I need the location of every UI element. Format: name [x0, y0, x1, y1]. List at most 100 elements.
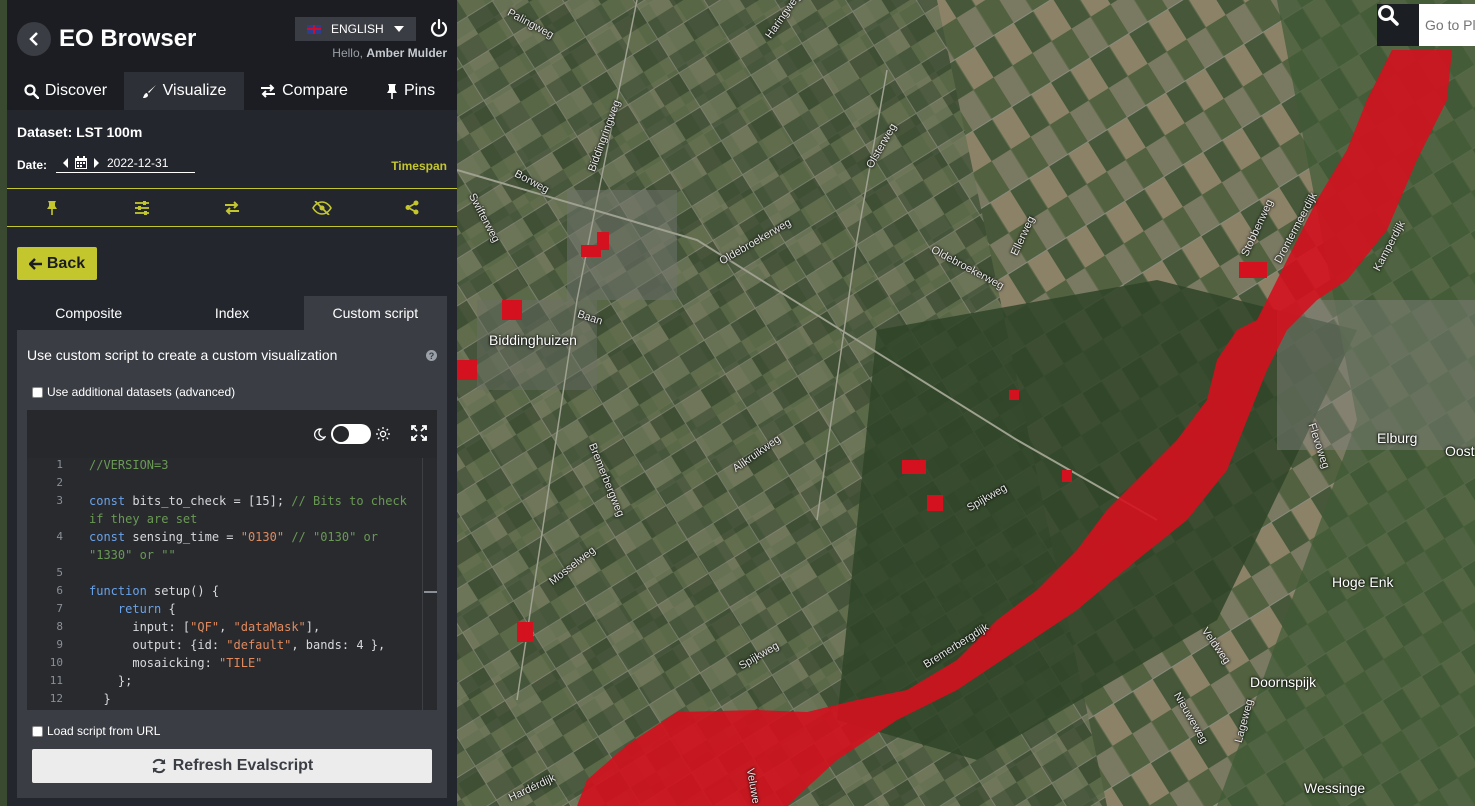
refresh-label: Refresh Evalscript [172, 757, 314, 774]
arrow-left-icon [28, 257, 42, 270]
user-greeting: Hello, Amber Mulder [332, 46, 447, 60]
pin-button[interactable] [7, 189, 97, 226]
tab-composite[interactable]: Composite [17, 296, 160, 330]
editor-scrollbar[interactable] [422, 458, 423, 710]
search-icon [24, 83, 39, 99]
additional-datasets-option[interactable]: Use additional datasets (advanced) [32, 385, 235, 399]
tab-compare[interactable]: Compare [244, 72, 364, 110]
previous-date-icon[interactable] [63, 158, 68, 168]
back-button-label: Back [46, 254, 86, 272]
code-line: mosaicking: "TILE" [89, 656, 263, 670]
code-line: output: {id: "default", bands: 4 }, [89, 638, 386, 652]
share-icon [405, 200, 419, 215]
line-number: 8 [56, 620, 63, 633]
sliders-icon [135, 200, 149, 215]
logout-button[interactable] [430, 18, 448, 43]
place-search[interactable] [1377, 4, 1475, 46]
effects-button[interactable] [97, 189, 187, 226]
tab-label: Pins [403, 82, 436, 99]
compare-button[interactable] [187, 189, 277, 226]
sidebar: EO Browser ENGLISH Hello, Amber Mulder D… [7, 0, 457, 806]
code-line: input: ["QF", "dataMask"], [89, 620, 321, 634]
tab-custom-script[interactable]: Custom script [303, 296, 447, 330]
code-area[interactable]: 1 2 3 4 5 6 7 8 9 10 11 12 //VERSION=3 const bits_to… [27, 458, 437, 710]
uk-flag-icon [307, 24, 321, 34]
pin-icon [386, 84, 397, 99]
collapse-sidebar-button[interactable] [17, 22, 51, 56]
timespan-link[interactable]: Timespan [391, 159, 447, 173]
date-label: Date: [17, 158, 48, 172]
pin-icon [47, 201, 57, 215]
next-date-icon[interactable] [94, 158, 99, 168]
line-number: 2 [56, 476, 63, 489]
language-select[interactable]: ENGLISH [295, 17, 416, 41]
back-button[interactable]: Back [17, 247, 97, 280]
theme-toggle[interactable] [313, 424, 390, 444]
editor-scroll-thumb[interactable] [424, 591, 437, 593]
line-number: 4 [56, 530, 63, 543]
load-from-url-label: Load script from URL [47, 724, 161, 738]
power-icon [430, 18, 448, 37]
line-number: 11 [49, 674, 63, 687]
line-number: 6 [56, 584, 63, 597]
main-tabs: Discover Visualize Compare Pins [7, 72, 457, 110]
visualization-tabs: Composite Index Custom script [17, 296, 447, 330]
date-picker[interactable]: 2022-12-31 [56, 154, 195, 173]
map-edge-strip [0, 0, 7, 806]
language-label: ENGLISH [331, 22, 384, 36]
tab-visualize[interactable]: Visualize [124, 72, 244, 110]
code-editor[interactable]: 1 2 3 4 5 6 7 8 9 10 11 12 //VERSION=3 const bits_to… [27, 410, 437, 710]
date-value[interactable]: 2022-12-31 [107, 156, 168, 170]
code-line: const sensing_time = "0130" // "0130" or [89, 530, 379, 544]
tab-discover[interactable]: Discover [7, 72, 124, 110]
code-line: function setup() { [89, 584, 220, 598]
search-icon[interactable] [1377, 4, 1419, 46]
paintbrush-icon [142, 84, 156, 98]
map-town-label: Doornspijk [1250, 674, 1317, 690]
custom-script-description: Use custom script to create a custom vis… [27, 347, 338, 363]
fullscreen-button[interactable] [411, 425, 427, 446]
hide-layer-button[interactable] [277, 189, 367, 226]
chevron-left-icon [29, 32, 38, 46]
theme-switch[interactable] [331, 424, 371, 444]
additional-datasets-label: Use additional datasets (advanced) [47, 385, 236, 399]
line-number: 7 [56, 602, 63, 615]
fullscreen-icon [411, 425, 427, 441]
eye-slash-icon [312, 200, 332, 215]
line-number: 3 [56, 494, 63, 507]
line-number: 10 [49, 656, 63, 669]
map-town-label: Hoge Enk [1332, 574, 1394, 590]
refresh-evalscript-button[interactable]: Refresh Evalscript [32, 749, 432, 783]
map-town-label: Wessinge [1304, 780, 1366, 796]
code-line: "1330" or "" [89, 548, 176, 562]
code-line: const bits_to_check = [15]; // Bits to c… [89, 494, 407, 508]
moon-icon [313, 427, 326, 441]
line-number: 12 [49, 692, 63, 705]
app-title: EO Browser [59, 25, 197, 52]
greeting-text: Hello, [332, 46, 363, 60]
line-number: 5 [56, 566, 63, 579]
sun-icon [376, 427, 390, 441]
tab-label: Compare [282, 82, 348, 99]
date-row: Date: 2022-12-31 Timespan [7, 146, 457, 176]
code-line: return { [117, 602, 176, 616]
map-town-label: Elburg [1377, 430, 1418, 446]
help-icon[interactable]: ? [426, 350, 437, 361]
code-line: //VERSION=3 [89, 458, 169, 472]
map-view[interactable]: Palingweg Haringweg Biddingringweg Borwe… [457, 0, 1475, 806]
user-name: Amber Mulder [366, 46, 447, 60]
app-header: EO Browser ENGLISH Hello, Amber Mulder [7, 0, 457, 72]
layer-toolbar [7, 188, 457, 227]
load-from-url-checkbox[interactable] [32, 725, 43, 737]
tab-pins[interactable]: Pins [364, 72, 457, 110]
additional-datasets-checkbox[interactable] [32, 386, 43, 398]
compare-icon [225, 200, 239, 215]
refresh-icon [152, 758, 166, 774]
place-search-input[interactable] [1419, 4, 1475, 46]
calendar-icon[interactable] [74, 156, 88, 170]
load-from-url-option[interactable]: Load script from URL [32, 724, 160, 738]
share-button[interactable] [367, 189, 457, 226]
dataset-title: Dataset: LST 100m [17, 124, 143, 140]
tab-index[interactable]: Index [160, 296, 303, 330]
code-line: } [89, 692, 111, 706]
